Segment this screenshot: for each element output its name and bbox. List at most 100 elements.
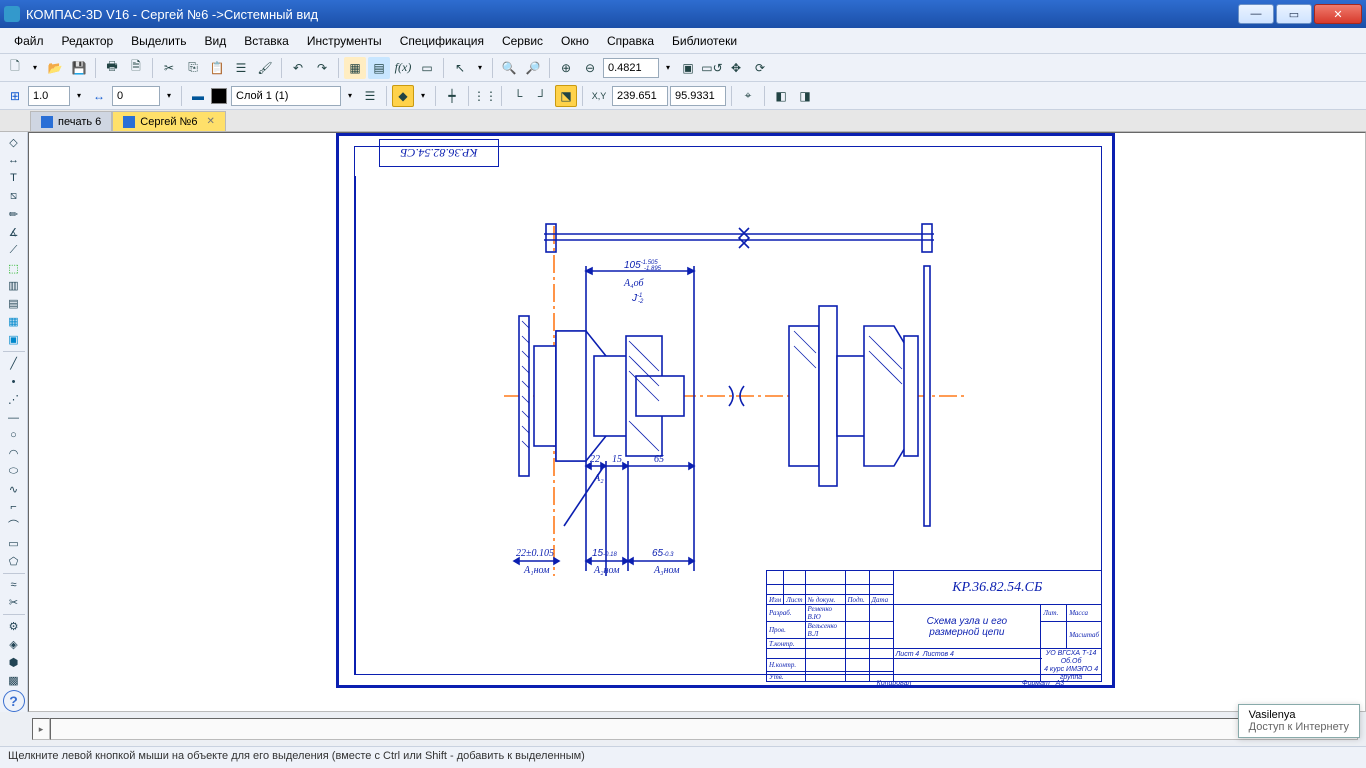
- zoom-fit-icon[interactable]: ▣: [677, 57, 699, 79]
- spec-icon[interactable]: ▥: [3, 278, 25, 295]
- seg-icon[interactable]: —: [3, 409, 25, 426]
- select-icon[interactable]: ⬚: [3, 260, 25, 277]
- step-icon[interactable]: ↔: [88, 85, 110, 107]
- menu-file[interactable]: Файл: [6, 31, 52, 51]
- fillet-icon[interactable]: ⌒: [3, 517, 25, 534]
- menu-window[interactable]: Окно: [553, 31, 597, 51]
- ortho-y-icon[interactable]: ┘: [531, 85, 553, 107]
- zoom-window-icon[interactable]: 🔍: [498, 57, 520, 79]
- drawing-canvas[interactable]: КР.36.82.54.СБ: [28, 132, 1366, 712]
- paste-icon[interactable]: 📋: [206, 57, 228, 79]
- menu-libs[interactable]: Библиотеки: [664, 31, 745, 51]
- scale-dropdown[interactable]: ▾: [72, 91, 86, 100]
- param-icon[interactable]: ∡: [3, 224, 25, 241]
- close-button[interactable]: ✕: [1314, 4, 1362, 24]
- token2-icon[interactable]: ◨: [794, 85, 816, 107]
- ortho-lock-icon[interactable]: ⬔: [555, 85, 577, 107]
- step-input[interactable]: [112, 86, 160, 106]
- layer-color[interactable]: [211, 88, 227, 104]
- help-icon[interactable]: ?: [3, 690, 25, 712]
- redo-icon[interactable]: ↷: [311, 57, 333, 79]
- maximize-button[interactable]: ▭: [1276, 4, 1312, 24]
- properties-icon[interactable]: ☰: [230, 57, 252, 79]
- ellipse-icon[interactable]: ⬭: [3, 463, 25, 480]
- minimize-button[interactable]: —: [1238, 4, 1274, 24]
- pan-icon[interactable]: ✥: [725, 57, 747, 79]
- zoom-prev-icon[interactable]: ▭↺: [701, 57, 723, 79]
- grid-dots-icon[interactable]: ⋮⋮: [474, 85, 496, 107]
- state-icon[interactable]: ▬: [187, 85, 209, 107]
- print-icon[interactable]: 🖶: [101, 57, 123, 79]
- dim-icon[interactable]: ↔: [3, 152, 25, 169]
- vars-icon[interactable]: ▭: [416, 57, 438, 79]
- zoom-dropdown[interactable]: ▾: [661, 63, 675, 72]
- polygon-icon[interactable]: ⬠: [3, 553, 25, 570]
- geom-icon[interactable]: ◇: [3, 134, 25, 151]
- copy-icon[interactable]: ⎘: [182, 57, 204, 79]
- undo-icon[interactable]: ↶: [287, 57, 309, 79]
- coord-y[interactable]: 95.9331: [670, 86, 726, 106]
- coords-icon[interactable]: X,Y: [588, 85, 610, 107]
- misc2-icon[interactable]: ⬢: [3, 654, 25, 671]
- snap-dropdown[interactable]: ▾: [416, 91, 430, 100]
- lang-indicator[interactable]: Vasilenya Доступ к Интернету: [1238, 704, 1360, 738]
- circle-icon[interactable]: ○: [3, 427, 25, 444]
- zoom-in-icon[interactable]: ⊕: [555, 57, 577, 79]
- print-preview-icon[interactable]: 🗎: [125, 57, 147, 79]
- report-icon[interactable]: ▤: [3, 295, 25, 312]
- misc1-icon[interactable]: ◈: [3, 636, 25, 653]
- layers-mgr-icon[interactable]: ☰: [359, 85, 381, 107]
- line-icon[interactable]: ╱: [3, 355, 25, 372]
- snap-grid-icon[interactable]: ⊞: [4, 85, 26, 107]
- zoom-dyn-icon[interactable]: 🔎: [522, 57, 544, 79]
- menu-tools[interactable]: Инструменты: [299, 31, 390, 51]
- ortho-x-icon[interactable]: └: [507, 85, 529, 107]
- menu-insert[interactable]: Вставка: [236, 31, 297, 51]
- menu-editor[interactable]: Редактор: [54, 31, 122, 51]
- offset-icon[interactable]: ≈: [3, 577, 25, 594]
- sheet-icon[interactable]: ▦: [3, 313, 25, 330]
- spec-icon[interactable]: ▦: [344, 57, 366, 79]
- token1-icon[interactable]: ◧: [770, 85, 792, 107]
- text-icon[interactable]: T: [3, 170, 25, 187]
- misc3-icon[interactable]: ▩: [3, 672, 25, 689]
- menu-select[interactable]: Выделить: [123, 31, 194, 51]
- menu-view[interactable]: Вид: [197, 31, 235, 51]
- edit-icon[interactable]: ✏: [3, 206, 25, 223]
- tab-sergey6[interactable]: Сергей №6 ✕: [112, 111, 226, 131]
- cut-icon[interactable]: ✂: [158, 57, 180, 79]
- rect-icon[interactable]: ▭: [3, 535, 25, 552]
- new-dropdown[interactable]: ▾: [28, 63, 42, 72]
- zoom-out-icon[interactable]: ⊖: [579, 57, 601, 79]
- menu-service[interactable]: Сервис: [494, 31, 551, 51]
- hatch-icon[interactable]: ⧅: [3, 188, 25, 205]
- new-icon[interactable]: 🗋: [4, 57, 26, 79]
- bom-icon[interactable]: ▤: [368, 57, 390, 79]
- bolt-icon[interactable]: ⚙: [3, 618, 25, 635]
- view-icon[interactable]: ▣: [3, 331, 25, 348]
- pointer-icon[interactable]: ↖: [449, 57, 471, 79]
- refresh-icon[interactable]: ⟳: [749, 57, 771, 79]
- zoom-value-input[interactable]: [603, 58, 659, 78]
- tab-print6[interactable]: печать 6: [30, 111, 112, 131]
- close-tab-icon[interactable]: ✕: [206, 116, 214, 127]
- layer-dropdown[interactable]: ▾: [343, 91, 357, 100]
- fx-icon[interactable]: f(x): [392, 57, 414, 79]
- chamfer-icon[interactable]: ⌐: [3, 499, 25, 516]
- brush-icon[interactable]: 🖌: [254, 57, 276, 79]
- measure-icon[interactable]: ⟋: [3, 242, 25, 259]
- layer-input[interactable]: [231, 86, 341, 106]
- snap-on-icon[interactable]: ◆: [392, 85, 414, 107]
- pointer-dropdown[interactable]: ▾: [473, 63, 487, 72]
- trim-icon[interactable]: ✂: [3, 594, 25, 611]
- cmd-expand-icon[interactable]: ▸: [32, 718, 50, 740]
- menu-help[interactable]: Справка: [599, 31, 662, 51]
- scale-input[interactable]: [28, 86, 70, 106]
- menu-spec[interactable]: Спецификация: [392, 31, 492, 51]
- save-icon[interactable]: 💾: [68, 57, 90, 79]
- spline-icon[interactable]: ∿: [3, 481, 25, 498]
- arc-icon[interactable]: ◠: [3, 445, 25, 462]
- local-cs-icon[interactable]: ⌖: [737, 85, 759, 107]
- point-icon[interactable]: •: [3, 373, 25, 390]
- aux-line-icon[interactable]: ⋰: [3, 391, 25, 408]
